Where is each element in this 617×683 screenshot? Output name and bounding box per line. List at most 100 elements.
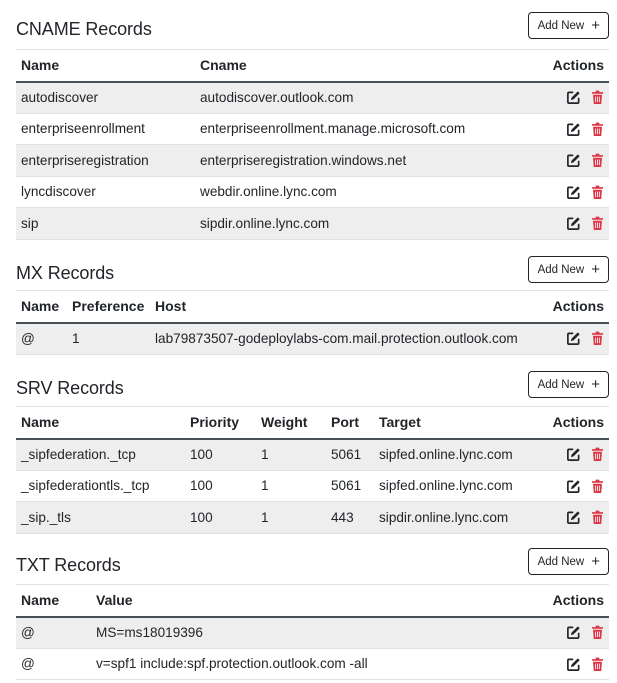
table-row: lyncdiscover webdir.online.lync.com xyxy=(16,176,609,208)
cname-column-header: Cname xyxy=(195,49,529,83)
table-cell: _sip._tls xyxy=(16,501,185,534)
action-icons xyxy=(566,625,604,640)
edit-icon[interactable] xyxy=(566,479,581,494)
table-cell: 1 xyxy=(256,501,326,534)
table-cell: @ xyxy=(16,616,91,649)
cname-header-row: Name Cname Actions xyxy=(16,49,609,83)
cname-section: CNAME Records Add New + Name Cname Actions… xyxy=(16,12,609,240)
plus-icon: + xyxy=(591,375,600,393)
edit-icon[interactable] xyxy=(566,185,581,200)
table-cell: lab79873507-godeploylabs-com.mail.protec… xyxy=(150,322,534,355)
table-cell: sipfed.online.lync.com xyxy=(374,438,539,471)
srv-section: SRV Records Add New + Name Priority Weight… xyxy=(16,371,609,534)
edit-icon[interactable] xyxy=(566,153,581,168)
row-actions xyxy=(529,113,609,145)
trash-icon[interactable] xyxy=(591,331,604,346)
add-new-label: Add New xyxy=(537,378,585,391)
edit-icon[interactable] xyxy=(566,657,581,672)
table-cell: MS=ms18019396 xyxy=(91,616,529,649)
action-icons xyxy=(566,447,604,462)
edit-icon[interactable] xyxy=(566,447,581,462)
table-cell: 5061 xyxy=(326,470,374,502)
srv-column-header: Target xyxy=(374,406,539,440)
edit-icon[interactable] xyxy=(566,216,581,231)
txt-body: @ MS=ms18019396 @ v=spf1 include:spf.protec… xyxy=(16,616,609,680)
table-cell: sipdir.online.lync.com xyxy=(195,207,529,240)
txt-table: Name Value Actions @ MS=ms18019396 @ v=spf1 i… xyxy=(16,584,609,680)
table-cell: 1 xyxy=(256,438,326,471)
mx-title: MX Records xyxy=(16,263,115,283)
table-cell: enterpriseregistration.windows.net xyxy=(195,144,529,177)
mx-header: MX Records Add New + xyxy=(16,256,609,286)
table-cell: 5061 xyxy=(326,438,374,471)
edit-icon[interactable] xyxy=(566,625,581,640)
mx-column-header: Name xyxy=(16,290,67,324)
action-icons xyxy=(566,510,604,525)
trash-icon[interactable] xyxy=(591,510,604,525)
mx-table: Name Preference Host Actions @1 lab79873507-… xyxy=(16,290,609,355)
cname-header: CNAME Records Add New + xyxy=(16,12,609,42)
table-row: sip sipdir.online.lync.com xyxy=(16,207,609,240)
table-cell: sipdir.online.lync.com xyxy=(374,501,539,534)
table-cell: 100 xyxy=(185,438,256,471)
edit-icon[interactable] xyxy=(566,90,581,105)
table-cell: enterpriseenrollment.manage.microsoft.co… xyxy=(195,113,529,145)
row-actions xyxy=(529,81,609,114)
plus-icon: + xyxy=(591,260,600,278)
table-row: enterpriseregistration enterpriseregistra… xyxy=(16,144,609,177)
mx-add-new-button[interactable]: Add New + xyxy=(527,256,609,283)
mx-column-header: Preference xyxy=(67,290,150,324)
row-actions xyxy=(529,648,609,680)
row-actions xyxy=(529,207,609,240)
table-row: autodiscover autodiscover.outlook.com xyxy=(16,81,609,114)
table-cell: lyncdiscover xyxy=(16,176,195,208)
trash-icon[interactable] xyxy=(591,625,604,640)
trash-icon[interactable] xyxy=(591,479,604,494)
srv-column-header: Weight xyxy=(256,406,326,440)
txt-title: TXT Records xyxy=(16,555,121,575)
srv-actions-header: Actions xyxy=(539,406,609,440)
edit-icon[interactable] xyxy=(566,331,581,346)
cname-column-header: Name xyxy=(16,49,195,83)
table-cell: enterpriseregistration xyxy=(16,144,195,177)
row-actions xyxy=(529,176,609,208)
table-cell: @ xyxy=(16,648,91,680)
srv-column-header: Port xyxy=(326,406,374,440)
cname-table: Name Cname Actions autodiscover autodiscove… xyxy=(16,49,609,240)
action-icons xyxy=(566,122,604,137)
table-cell: _sipfederationtls._tcp xyxy=(16,470,185,502)
trash-icon[interactable] xyxy=(591,122,604,137)
table-cell: 100 xyxy=(185,501,256,534)
plus-icon: + xyxy=(591,16,600,34)
table-cell: 100 xyxy=(185,470,256,502)
table-row: _sipfederation._tcp 100 1 5061 sipfed.online… xyxy=(16,438,609,471)
cname-add-new-button[interactable]: Add New + xyxy=(527,12,609,39)
edit-icon[interactable] xyxy=(566,510,581,525)
table-row: _sip._tls 100 1 443 sipdir.online.lync.com xyxy=(16,501,609,534)
table-row: @1 lab79873507-godeploylabs-com.mail.prot… xyxy=(16,322,609,355)
action-icons xyxy=(566,479,604,494)
trash-icon[interactable] xyxy=(591,90,604,105)
trash-icon[interactable] xyxy=(591,185,604,200)
table-cell: autodiscover.outlook.com xyxy=(195,81,529,114)
srv-add-new-button[interactable]: Add New + xyxy=(527,371,609,398)
txt-add-new-button[interactable]: Add New + xyxy=(527,548,609,575)
action-icons xyxy=(566,153,604,168)
trash-icon[interactable] xyxy=(591,216,604,231)
action-icons xyxy=(566,216,604,231)
table-row: @ MS=ms18019396 xyxy=(16,616,609,649)
add-new-label: Add New xyxy=(537,19,585,32)
trash-icon[interactable] xyxy=(591,657,604,672)
txt-section: TXT Records Add New + Name Value Actions @… xyxy=(16,548,609,680)
row-actions xyxy=(534,322,609,355)
srv-title: SRV Records xyxy=(16,378,124,398)
edit-icon[interactable] xyxy=(566,122,581,137)
table-cell: webdir.online.lync.com xyxy=(195,176,529,208)
action-icons xyxy=(566,185,604,200)
trash-icon[interactable] xyxy=(591,153,604,168)
plus-icon: + xyxy=(591,552,600,570)
mx-header-row: Name Preference Host Actions xyxy=(16,290,609,324)
srv-column-header: Priority xyxy=(185,406,256,440)
trash-icon[interactable] xyxy=(591,447,604,462)
action-icons xyxy=(566,90,604,105)
